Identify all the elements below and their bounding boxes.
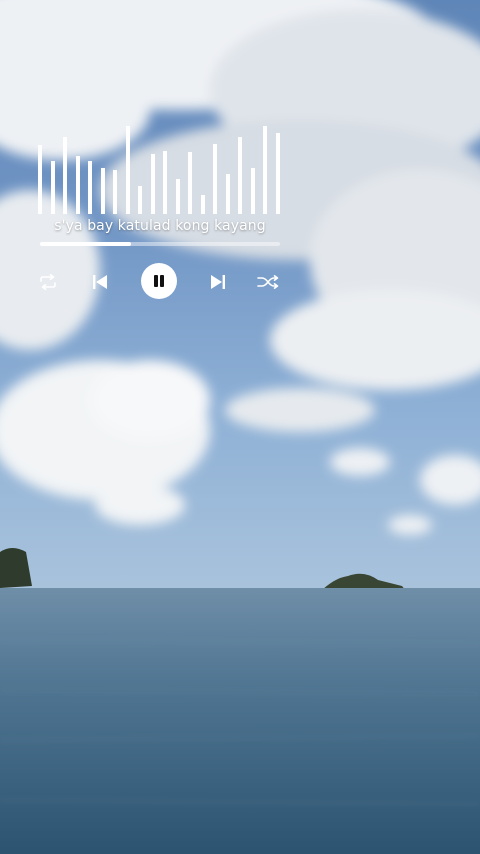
pause-icon [141, 263, 177, 299]
equalizer-bar [88, 161, 92, 214]
equalizer-bar [226, 174, 230, 214]
previous-button[interactable] [88, 270, 112, 294]
equalizer-bar [76, 156, 80, 214]
equalizer-bar [101, 168, 105, 214]
equalizer-bar [163, 151, 167, 214]
equalizer-bar [276, 133, 280, 214]
equalizer-bar [263, 126, 267, 214]
equalizer-bar [251, 168, 255, 214]
equalizer-bar [213, 144, 217, 214]
equalizer-bar [113, 170, 117, 214]
equalizer-bar [38, 145, 42, 214]
song-title: s'ya bay katulad kong kayang [54, 218, 266, 234]
equalizer-bar [201, 195, 205, 214]
equalizer-bar [126, 126, 130, 214]
equalizer-bar [176, 179, 180, 214]
equalizer-bar [63, 137, 67, 214]
shuffle-icon [257, 275, 279, 289]
pause-button[interactable] [141, 263, 177, 299]
shuffle-button[interactable] [255, 270, 281, 294]
equalizer-bar [138, 186, 142, 214]
music-player: s'ya bay katulad kong kayang [0, 0, 480, 320]
equalizer-bar [51, 161, 55, 214]
progress-bar[interactable] [40, 242, 280, 246]
equalizer-bar [238, 137, 242, 214]
repeat-icon [40, 274, 56, 290]
next-button[interactable] [206, 270, 230, 294]
skip-previous-icon [93, 275, 107, 289]
equalizer-bar [151, 154, 155, 214]
equalizer-bar [188, 152, 192, 214]
skip-next-icon [211, 275, 225, 289]
repeat-button[interactable] [36, 270, 60, 294]
equalizer-visualizer [38, 126, 280, 214]
progress-fill [40, 242, 132, 246]
